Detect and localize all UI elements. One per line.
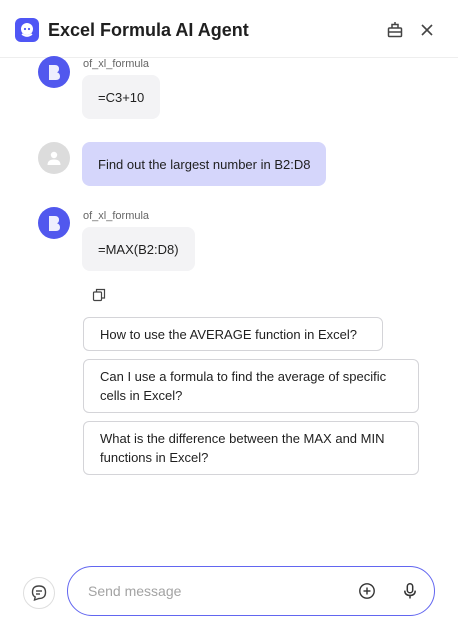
message-input[interactable] bbox=[88, 567, 348, 614]
suggestion-chip[interactable]: How to use the AVERAGE function in Excel… bbox=[83, 317, 383, 351]
sender-name: of_xl_formula bbox=[83, 58, 150, 70]
new-chat-icon[interactable] bbox=[23, 577, 55, 609]
user-message-bubble: Find out the largest number in B2:D8 bbox=[82, 142, 327, 186]
user-avatar bbox=[38, 142, 70, 174]
pin-icon[interactable] bbox=[384, 19, 406, 41]
sender-name: of_xl_formula bbox=[83, 210, 150, 222]
app-title: Excel Formula AI Agent bbox=[48, 20, 249, 40]
copy-icon[interactable] bbox=[92, 288, 106, 302]
message-input-box bbox=[67, 566, 435, 616]
microphone-icon[interactable] bbox=[399, 580, 421, 602]
bot-message-bubble: =C3+10 bbox=[82, 75, 161, 119]
bot-avatar bbox=[38, 207, 70, 239]
bot-face-icon bbox=[15, 18, 39, 42]
plus-circle-icon[interactable] bbox=[356, 580, 378, 602]
close-icon[interactable] bbox=[416, 19, 438, 41]
bot-message-bubble: =MAX(B2:D8) bbox=[82, 227, 195, 271]
bot-avatar bbox=[38, 56, 70, 88]
suggestion-chip[interactable]: What is the difference between the MAX a… bbox=[83, 421, 419, 475]
chat-header: Excel Formula AI Agent bbox=[0, 0, 458, 58]
suggestion-chip[interactable]: Can I use a formula to find the average … bbox=[83, 359, 419, 413]
